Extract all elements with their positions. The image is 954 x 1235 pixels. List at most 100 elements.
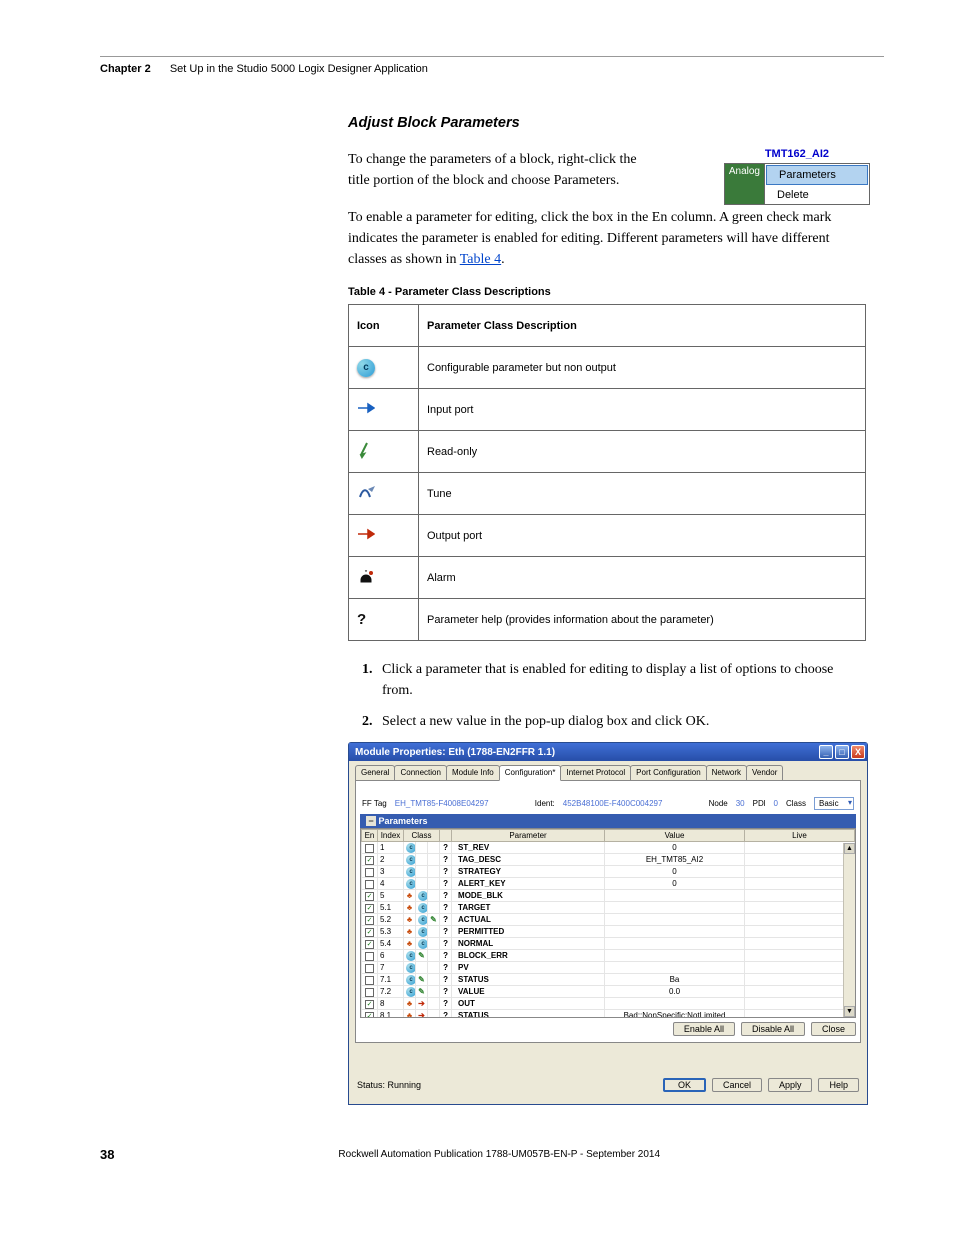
help-icon[interactable]: ? [440, 1010, 452, 1019]
close-icon[interactable]: X [851, 745, 865, 759]
grid-row[interactable]: ✓5.2♣c✎?ACTUAL [362, 914, 855, 926]
read-only-icon: ✎ [418, 987, 425, 996]
enable-checkbox[interactable]: ✓ [365, 904, 374, 913]
grid-row[interactable]: ✓8♣➔?OUT [362, 998, 855, 1010]
tab-general[interactable]: General [355, 765, 395, 780]
help-icon[interactable]: ? [440, 962, 452, 974]
cell-index: 1 [378, 842, 404, 854]
help-icon[interactable]: ? [440, 842, 452, 854]
grid-row[interactable]: ✓5.4♣c?NORMAL [362, 938, 855, 950]
enable-checkbox[interactable]: × [365, 880, 374, 889]
help-icon[interactable]: ? [440, 950, 452, 962]
context-menu-item-delete[interactable]: Delete [765, 186, 869, 204]
cell-index: 5.4 [378, 938, 404, 950]
disable-all-button[interactable]: Disable All [741, 1022, 805, 1036]
enable-checkbox[interactable]: × [365, 988, 374, 997]
grid-row[interactable]: ×4c?ALERT_KEY0 [362, 878, 855, 890]
enable-checkbox[interactable]: ✓ [365, 1000, 374, 1009]
enable-checkbox[interactable]: ✓ [365, 1012, 374, 1019]
enable-checkbox[interactable]: ✓ [365, 928, 374, 937]
enable-checkbox[interactable]: × [365, 964, 374, 973]
chapter-label: Chapter 2 [100, 63, 151, 75]
help-icon[interactable]: ? [440, 914, 452, 926]
cancel-button[interactable]: Cancel [712, 1078, 762, 1092]
grid-row[interactable]: ×7.1c✎?STATUSBa [362, 974, 855, 986]
steps-list: Click a parameter that is enabled for ed… [376, 659, 866, 732]
help-icon[interactable]: ? [440, 926, 452, 938]
tab-port-configuration[interactable]: Port Configuration [630, 765, 706, 780]
tab-vendor[interactable]: Vendor [746, 765, 783, 780]
scroll-up-icon[interactable]: ▲ [844, 843, 855, 854]
table-row: Output port [349, 515, 866, 557]
ok-button[interactable]: OK [663, 1078, 706, 1092]
help-icon[interactable]: ? [440, 878, 452, 890]
cell-live [745, 1010, 855, 1019]
minimize-icon[interactable]: _ [819, 745, 833, 759]
cell-parameter: OUT [452, 998, 605, 1010]
grid-row[interactable]: ✓8.1♣➔?STATUSBad::NonSpecific:NotLimited [362, 1010, 855, 1019]
tab-network[interactable]: Network [706, 765, 747, 780]
grid-row[interactable]: ×6c✎?BLOCK_ERR [362, 950, 855, 962]
grid-row[interactable]: ✓5.3♣c?PERMITTED [362, 926, 855, 938]
collapse-icon[interactable]: − [366, 816, 376, 826]
ff-tag-value: EH_TMT85-F4008E04297 [395, 799, 489, 808]
grid-row[interactable]: ×7.2c✎?VALUE0.0 [362, 986, 855, 998]
table-4-link[interactable]: Table 4 [460, 252, 501, 267]
table-caption: Table 4 - Parameter Class Descriptions [348, 286, 866, 298]
step-item: Click a parameter that is enabled for ed… [376, 659, 866, 701]
enable-checkbox[interactable]: ✓ [365, 940, 374, 949]
help-icon[interactable]: ? [440, 890, 452, 902]
maximize-icon[interactable]: □ [835, 745, 849, 759]
enable-checkbox[interactable]: × [365, 844, 374, 853]
paragraph-1: To change the parameters of a block, rig… [348, 149, 658, 191]
apply-button[interactable]: Apply [768, 1078, 813, 1092]
enable-checkbox[interactable]: × [365, 976, 374, 985]
class-label: Class [786, 799, 806, 808]
enable-checkbox[interactable]: × [365, 868, 374, 877]
cell-parameter: TAG_DESC [452, 854, 605, 866]
grid-row[interactable]: ✓2c?TAG_DESCEH_TMT85_AI2 [362, 854, 855, 866]
context-menu-item-parameters[interactable]: Parameters [766, 165, 868, 185]
cell-live [745, 854, 855, 866]
help-icon[interactable]: ? [440, 902, 452, 914]
cell-value: 0 [605, 842, 745, 854]
help-icon[interactable]: ? [440, 998, 452, 1010]
help-icon[interactable]: ? [440, 986, 452, 998]
help-icon[interactable]: ? [440, 974, 452, 986]
cell-value [605, 926, 745, 938]
tab-configuration[interactable]: Configuration* [499, 765, 562, 781]
scroll-down-icon[interactable]: ▼ [844, 1006, 855, 1017]
enable-all-button[interactable]: Enable All [673, 1022, 735, 1036]
help-icon[interactable]: ? [440, 854, 452, 866]
tab-module-info[interactable]: Module Info [446, 765, 500, 780]
tab-internet-protocol[interactable]: Internet Protocol [560, 765, 631, 780]
grid-row[interactable]: ✓5♣c?MODE_BLK [362, 890, 855, 902]
help-icon[interactable]: ? [440, 866, 452, 878]
table-row: Read-only [349, 431, 866, 473]
config-icon: c [406, 855, 416, 865]
grid-row[interactable]: ×3c?STRATEGY0 [362, 866, 855, 878]
enable-checkbox[interactable]: ✓ [365, 892, 374, 901]
close-button[interactable]: Close [811, 1022, 856, 1036]
cell-live [745, 974, 855, 986]
class-dropdown[interactable]: Basic [814, 797, 854, 810]
grid-row[interactable]: ×7c?PV [362, 962, 855, 974]
grid-row[interactable]: ✓5.1♣c?TARGET [362, 902, 855, 914]
grid-scrollbar[interactable]: ▲ ▼ [843, 843, 855, 1017]
grid-row[interactable]: ×1c?ST_REV0 [362, 842, 855, 854]
alarm-icon: ♣ [407, 903, 412, 912]
help-button[interactable]: Help [818, 1078, 859, 1092]
cell-parameter: ACTUAL [452, 914, 605, 926]
cell-parameter: PV [452, 962, 605, 974]
config-icon: c [418, 903, 428, 913]
alarm-icon: ♣ [407, 927, 412, 936]
enable-checkbox[interactable]: × [365, 952, 374, 961]
tab-connection[interactable]: Connection [394, 765, 446, 780]
enable-checkbox[interactable]: ✓ [365, 916, 374, 925]
cell-index: 3 [378, 866, 404, 878]
help-icon[interactable]: ? [440, 938, 452, 950]
enable-checkbox[interactable]: ✓ [365, 856, 374, 865]
config-icon: c [406, 879, 416, 889]
cell-live [745, 878, 855, 890]
cell-index: 2 [378, 854, 404, 866]
